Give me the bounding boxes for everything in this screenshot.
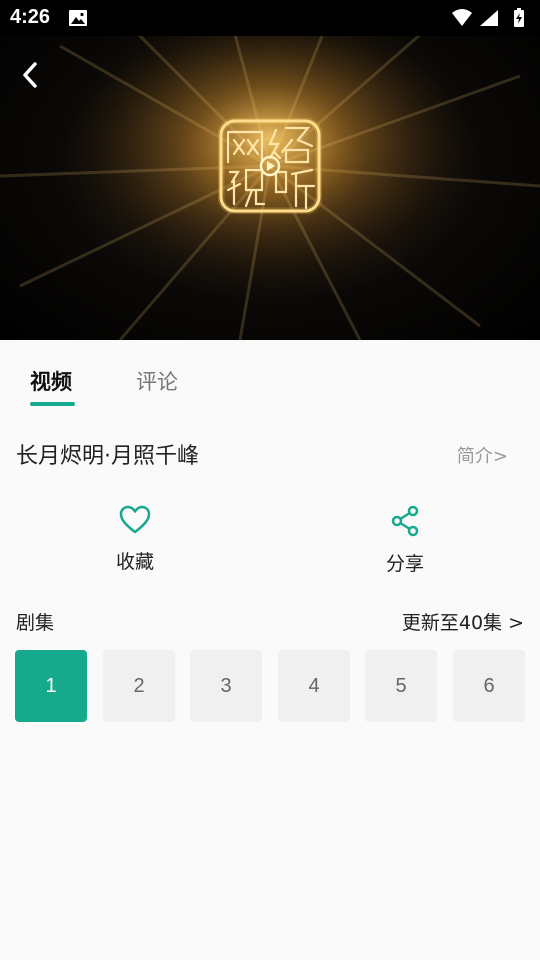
intro-link[interactable]: 简介> [457, 442, 508, 468]
battery-icon [514, 8, 524, 27]
share-label: 分享 [385, 553, 424, 575]
status-bar: 4:26 [0, 0, 540, 36]
status-time: 4:26 [10, 6, 51, 28]
tab-bar: 视频 评论 [0, 340, 540, 410]
episode-button-5[interactable]: 5 [365, 650, 437, 722]
tab-comment[interactable]: 评论 [136, 366, 178, 396]
episode-button-6[interactable]: 6 [453, 650, 525, 722]
episode-list: 1 2 3 4 5 6 [15, 650, 540, 722]
status-icons [452, 8, 524, 27]
video-player[interactable] [0, 36, 540, 340]
signal-icon [480, 10, 498, 26]
episodes-header: 剧集 [16, 612, 55, 634]
back-arrow-icon[interactable] [14, 58, 48, 92]
favorite-button[interactable]: 收藏 [75, 505, 195, 585]
heart-icon [119, 505, 151, 534]
share-icon [391, 505, 419, 537]
episode-button-4[interactable]: 4 [278, 650, 350, 722]
show-title: 长月烬明·月照千峰 [16, 444, 199, 469]
episode-button-1[interactable]: 1 [15, 650, 87, 722]
network-audiovisual-logo [218, 118, 322, 214]
share-button[interactable]: 分享 [345, 505, 465, 585]
active-tab-indicator [30, 402, 75, 406]
tab-video[interactable]: 视频 [30, 366, 72, 396]
favorite-label: 收藏 [115, 551, 154, 573]
image-notification-icon [69, 10, 87, 26]
episode-button-2[interactable]: 2 [103, 650, 175, 722]
episode-button-3[interactable]: 3 [190, 650, 262, 722]
episodes-update-link[interactable]: 更新至40集 > [402, 608, 524, 635]
wifi-icon [452, 9, 472, 26]
